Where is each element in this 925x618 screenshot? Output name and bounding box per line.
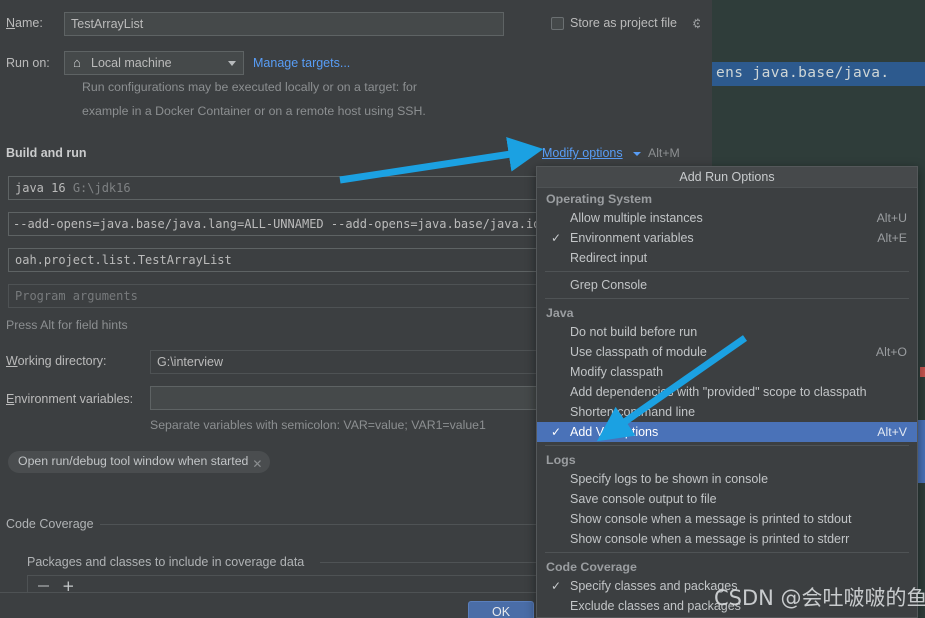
menu-item-accelerator: Alt+U: [876, 211, 907, 225]
environment-variables-hint: Separate variables with semicolon: VAR=v…: [150, 418, 486, 432]
menu-title: Add Run Options: [537, 167, 917, 188]
menu-item-accelerator: Alt+V: [877, 425, 907, 439]
build-and-run-title: Build and run: [6, 146, 87, 160]
menu-item-label: Specify logs to be shown in console: [570, 472, 769, 486]
editor-code-text: ens java.base/java.: [716, 65, 890, 81]
menu-group-header: Java: [546, 306, 574, 320]
menu-item-label: Redirect input: [570, 251, 648, 265]
menu-item-accelerator: Alt+E: [877, 231, 907, 245]
menu-item-label: Do not build before run: [570, 325, 698, 339]
menu-item-label: Modify classpath: [570, 365, 664, 379]
menu-item[interactable]: Save console output to file: [537, 489, 917, 509]
run-on-hint-line1: Run configurations may be executed local…: [82, 80, 417, 94]
program-arguments-placeholder: Program arguments: [15, 289, 138, 303]
menu-item-label: Allow multiple instances: [570, 211, 703, 225]
editor-error-marker[interactable]: [920, 367, 925, 377]
run-on-value: Local machine: [91, 56, 172, 70]
menu-item[interactable]: Allow multiple instances Alt+U: [537, 208, 917, 228]
working-directory-label: Working directory:: [6, 354, 107, 368]
menu-item-label: Add dependencies with "provided" scope t…: [570, 385, 867, 399]
menu-item-label: Save console output to file: [570, 492, 717, 506]
jdk-name: java 16: [15, 181, 66, 195]
add-run-options-menu: Add Run Options Operating System Allow mu…: [536, 166, 918, 618]
watermark-text: CSDN @会吐啵啵的鱼: [714, 586, 925, 610]
open-tool-window-chip[interactable]: Open run/debug tool window when started …: [8, 451, 271, 475]
name-input[interactable]: TestArrayList: [64, 12, 504, 36]
menu-item[interactable]: Grep Console: [537, 275, 917, 295]
menu-group-header: Code Coverage: [546, 560, 637, 574]
minus-icon[interactable]: [38, 585, 49, 587]
menu-item[interactable]: Modify classpath: [537, 362, 917, 382]
menu-item[interactable]: Add dependencies with "provided" scope t…: [537, 382, 917, 402]
menu-item[interactable]: Do not build before run: [537, 322, 917, 342]
menu-item-label: Use classpath of module: [570, 345, 707, 359]
menu-group-header: Operating System: [546, 192, 653, 206]
screenshot-root: ens java.base/java. ▣ Name: TestArrayLis…: [0, 0, 925, 618]
gear-icon[interactable]: ⚙: [692, 16, 700, 32]
menu-item[interactable]: Specify logs to be shown in console: [537, 469, 917, 489]
environment-variables-label: Environment variables:: [6, 392, 134, 406]
name-label: Name:: [6, 16, 43, 30]
jdk-path: G:\jdk16: [72, 181, 131, 195]
field-hints-text: Press Alt for field hints: [6, 318, 128, 332]
menu-group-header: Logs: [546, 453, 576, 467]
chevron-down-icon-modify-options[interactable]: [633, 152, 641, 156]
open-tool-window-chip-label: Open run/debug tool window when started: [18, 454, 249, 468]
plus-icon[interactable]: +: [62, 579, 75, 593]
menu-separator: [545, 298, 909, 299]
run-on-label: Run on:: [6, 56, 50, 70]
ok-button[interactable]: OK: [468, 601, 534, 618]
menu-separator: [545, 552, 909, 553]
check-icon: ✓: [551, 579, 562, 593]
menu-item-label: Show console when a message is printed t…: [570, 532, 850, 546]
menu-item[interactable]: Show console when a message is printed t…: [537, 509, 917, 529]
check-icon: ✓: [551, 231, 562, 245]
menu-item[interactable]: Use classpath of module Alt+O: [537, 342, 917, 362]
menu-item[interactable]: Show console when a message is printed t…: [537, 529, 917, 549]
menu-item-label: Show console when a message is printed t…: [570, 512, 852, 526]
menu-separator: [545, 445, 909, 446]
menu-item-label: Specify classes and packages: [570, 579, 738, 593]
modify-options-link[interactable]: Modify options: [542, 146, 623, 160]
menu-separator: [545, 271, 909, 272]
menu-item[interactable]: ✓ Environment variables Alt+E: [537, 228, 917, 248]
close-icon[interactable]: ✕: [252, 454, 262, 475]
chevron-down-icon: [228, 61, 236, 66]
menu-item-accelerator: Alt+O: [875, 345, 907, 359]
menu-item[interactable]: Redirect input: [537, 248, 917, 268]
run-on-hint-line2: example in a Docker Container or on a re…: [82, 104, 426, 118]
packages-group-title: Packages and classes to include in cover…: [27, 555, 311, 569]
check-icon: ✓: [551, 425, 562, 439]
home-icon: ⌂: [73, 55, 81, 70]
menu-item[interactable]: Shorten command line: [537, 402, 917, 422]
menu-item-label: Grep Console: [570, 278, 648, 292]
run-on-combobox[interactable]: ⌂ Local machine: [64, 51, 244, 75]
menu-item-list: Operating System Allow multiple instances…: [537, 188, 917, 616]
store-as-project-file-checkbox[interactable]: [551, 17, 564, 30]
menu-item-label: Environment variables: [570, 231, 694, 245]
menu-item-label: Add VM options: [570, 425, 659, 439]
modify-options-accelerator: Alt+M: [648, 146, 680, 160]
code-coverage-group-title: Code Coverage: [6, 517, 100, 531]
menu-item-label: Shorten command line: [570, 405, 696, 419]
store-as-project-file-label[interactable]: Store as project file: [570, 16, 677, 30]
manage-targets-link[interactable]: Manage targets...: [253, 56, 350, 70]
menu-item[interactable]: ✓ Add VM options Alt+V: [537, 422, 917, 442]
